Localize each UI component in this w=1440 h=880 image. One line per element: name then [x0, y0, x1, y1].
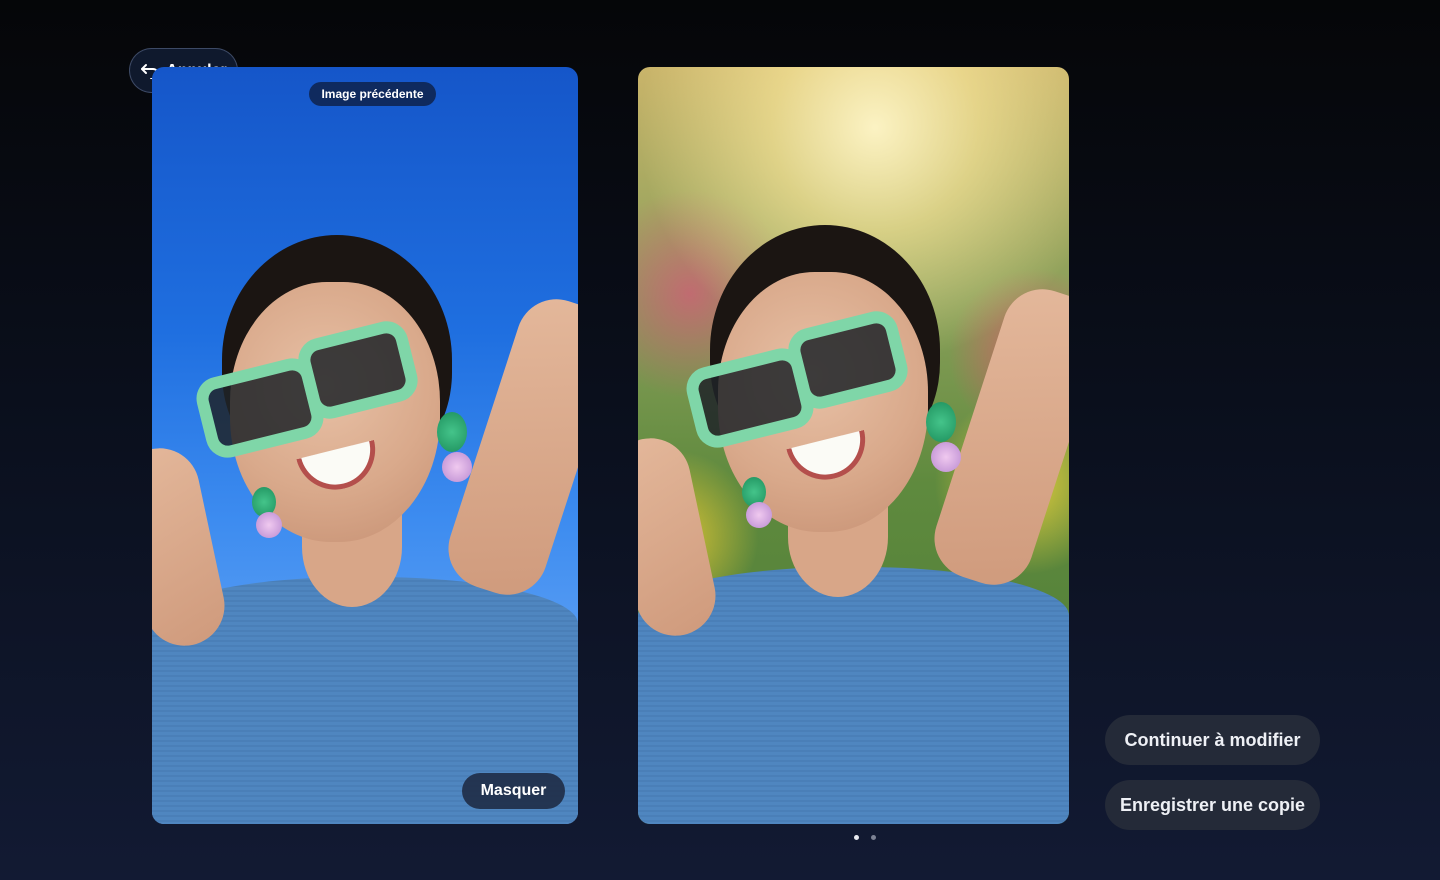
pagination-dots — [848, 833, 882, 841]
hide-button[interactable]: Masquer — [462, 773, 565, 809]
page-dot-2[interactable] — [871, 834, 876, 840]
person-illustration — [638, 67, 1069, 824]
hide-button-label: Masquer — [480, 782, 547, 799]
previous-image-label: Image précédente — [309, 82, 436, 106]
edited-image — [638, 67, 1069, 824]
save-copy-button[interactable]: Enregistrer une copie — [1105, 780, 1320, 830]
original-image: Masquer — [152, 67, 578, 824]
page-dot-1[interactable] — [854, 834, 859, 840]
continue-editing-button[interactable]: Continuer à modifier — [1105, 715, 1320, 765]
save-copy-label: Enregistrer une copie — [1119, 794, 1306, 815]
continue-editing-label: Continuer à modifier — [1124, 729, 1301, 750]
person-illustration — [152, 67, 578, 824]
